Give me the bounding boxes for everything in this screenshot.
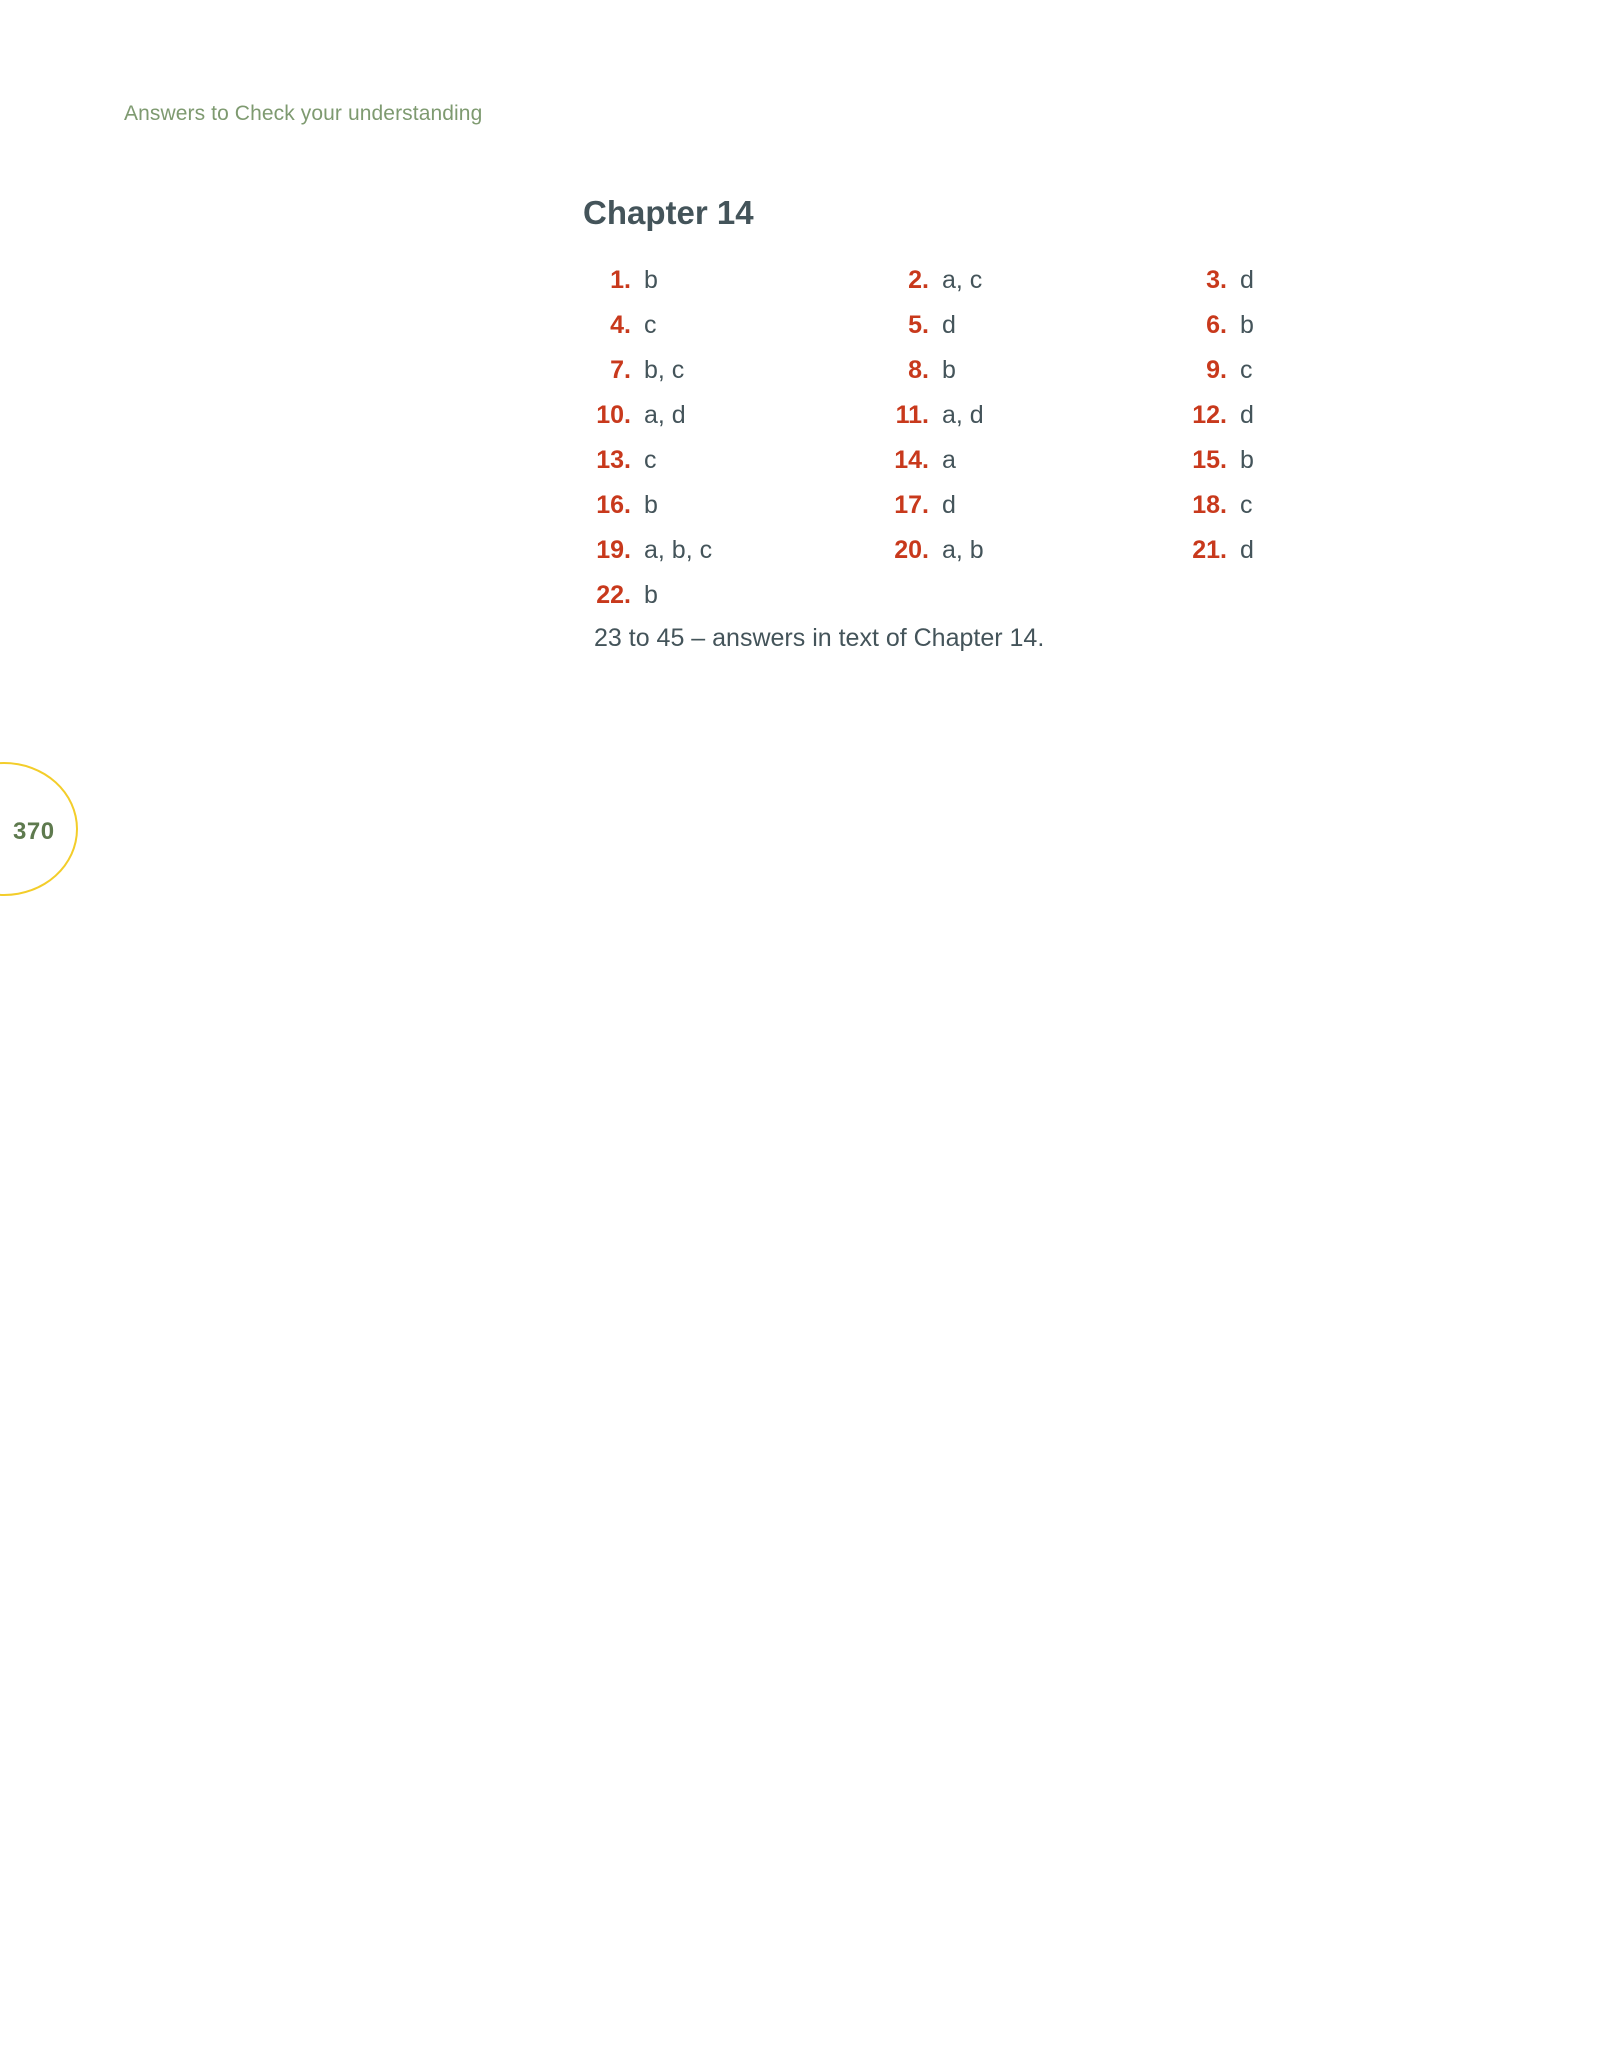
running-head: Answers to Check your understanding <box>124 102 483 125</box>
answer-value: b <box>1240 311 1254 339</box>
answer-item: 5. d <box>881 307 1179 352</box>
answer-item: 10. a, d <box>583 397 881 442</box>
answer-value: c <box>1240 491 1253 519</box>
answer-number: 8. <box>908 356 929 384</box>
answer-number: 20. <box>894 536 929 564</box>
answer-value: d <box>942 311 956 339</box>
answer-value: a <box>942 446 956 474</box>
answer-number: 17. <box>894 491 929 519</box>
answers-grid: 1. b 2. a, c 3. d 4. c 5. d 6. b 7. b, c 8. b 9.… <box>583 262 1343 622</box>
answer-item: 4. c <box>583 307 881 352</box>
answer-value: b <box>644 581 658 609</box>
chapter-title: Chapter 14 <box>583 194 754 231</box>
answer-item: 20. a, b <box>881 532 1179 577</box>
answer-number: 18. <box>1192 491 1227 519</box>
answer-value: b <box>644 491 658 519</box>
answer-number: 12. <box>1192 401 1227 429</box>
answer-value: a, b <box>942 536 984 564</box>
answer-item: 6. b <box>1179 307 1343 352</box>
answer-item: 22. b <box>583 577 881 622</box>
answer-number: 7. <box>610 356 631 384</box>
answer-item: 11. a, d <box>881 397 1179 442</box>
answer-value: b <box>1240 446 1254 474</box>
answer-number: 14. <box>894 446 929 474</box>
answer-number: 16. <box>596 491 631 519</box>
answer-number: 21. <box>1192 536 1227 564</box>
answer-item: 7. b, c <box>583 352 881 397</box>
answer-value: d <box>942 491 956 519</box>
answer-value: a, d <box>942 401 984 429</box>
answer-value: b <box>942 356 956 384</box>
answer-value: c <box>644 446 657 474</box>
answer-value: b, c <box>644 356 685 384</box>
answer-item: 1. b <box>583 262 881 307</box>
answer-value: b <box>644 266 658 294</box>
answer-number: 11. <box>895 401 929 429</box>
answer-number: 10. <box>596 401 631 429</box>
answer-value: a, d <box>644 401 686 429</box>
answer-number: 19. <box>596 536 631 564</box>
answer-item: 21. d <box>1179 532 1343 577</box>
answer-value: a, c <box>942 266 983 294</box>
answer-number: 5. <box>908 311 929 339</box>
answer-value: d <box>1240 401 1254 429</box>
answer-value: d <box>1240 536 1254 564</box>
answer-item: 16. b <box>583 487 881 532</box>
answer-number: 22. <box>596 581 631 609</box>
answer-number: 1. <box>610 266 631 294</box>
answer-number: 3. <box>1206 266 1227 294</box>
answer-number: 2. <box>908 266 929 294</box>
answer-item: 18. c <box>1179 487 1343 532</box>
answer-number: 4. <box>610 311 631 339</box>
answer-item: 3. d <box>1179 262 1343 307</box>
answer-item: 15. b <box>1179 442 1343 487</box>
answers-note: 23 to 45 – answers in text of Chapter 14… <box>594 624 1045 652</box>
answer-number: 6. <box>1206 311 1227 339</box>
answer-number: 9. <box>1206 356 1227 384</box>
answer-item: 9. c <box>1179 352 1343 397</box>
answer-item: 12. d <box>1179 397 1343 442</box>
answer-number: 15. <box>1192 446 1227 474</box>
answer-item: 19. a, b, c <box>583 532 881 577</box>
page-number: 370 <box>13 818 55 845</box>
answer-value: d <box>1240 266 1254 294</box>
answer-item: 2. a, c <box>881 262 1179 307</box>
answer-item: 17. d <box>881 487 1179 532</box>
answer-number: 13. <box>596 446 631 474</box>
answer-item: 8. b <box>881 352 1179 397</box>
answer-item: 14. a <box>881 442 1179 487</box>
answer-value: c <box>1240 356 1253 384</box>
answer-item: 13. c <box>583 442 881 487</box>
answer-value: c <box>644 311 657 339</box>
answer-value: a, b, c <box>644 536 713 564</box>
